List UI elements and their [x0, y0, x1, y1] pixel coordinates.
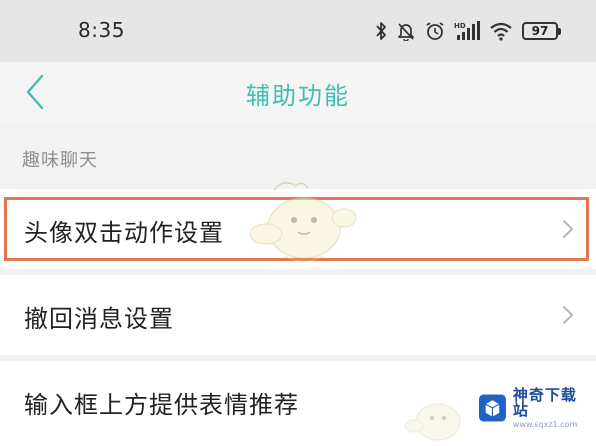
mascot-small-watermark-icon	[404, 403, 461, 441]
header: 辅助功能	[0, 62, 596, 122]
status-bar: 8:35 HD 97	[0, 0, 596, 62]
status-time: 8:35	[78, 18, 125, 42]
bluetooth-icon	[375, 21, 387, 41]
recall-message-settings-row[interactable]: 撤回消息设置	[0, 275, 596, 355]
brand-name: 神奇下载站	[512, 385, 577, 419]
screen: 8:35 HD 97 辅助功能 趣味聊天 头像双击动作设置 撤回消息设置 输入框…	[0, 0, 596, 446]
mascot-watermark-icon	[249, 182, 357, 262]
mute-bell-icon	[396, 21, 416, 41]
battery-level: 97	[531, 24, 549, 38]
status-icons: HD 97	[375, 20, 561, 42]
hd-signal-icon: HD	[454, 21, 480, 41]
wifi-icon	[489, 21, 513, 41]
cube-logo-icon	[478, 394, 506, 422]
brand-url: www.sqxz1.com	[512, 419, 578, 429]
row-label: 输入框上方提供表情推荐	[24, 391, 299, 419]
chevron-right-icon	[563, 220, 573, 238]
battery-icon: 97	[522, 22, 561, 40]
alarm-icon	[425, 21, 445, 41]
section-label: 趣味聊天	[22, 150, 98, 171]
page-title: 辅助功能	[246, 82, 350, 110]
row-label: 撤回消息设置	[24, 305, 174, 333]
chevron-right-icon	[563, 306, 573, 324]
brand-watermark: 神奇下载站 www.sqxz1.com	[478, 384, 590, 432]
svg-text:HD: HD	[454, 22, 466, 30]
row-label: 头像双击动作设置	[24, 219, 224, 247]
brand-text: 神奇下载站 www.sqxz1.com	[512, 385, 590, 429]
